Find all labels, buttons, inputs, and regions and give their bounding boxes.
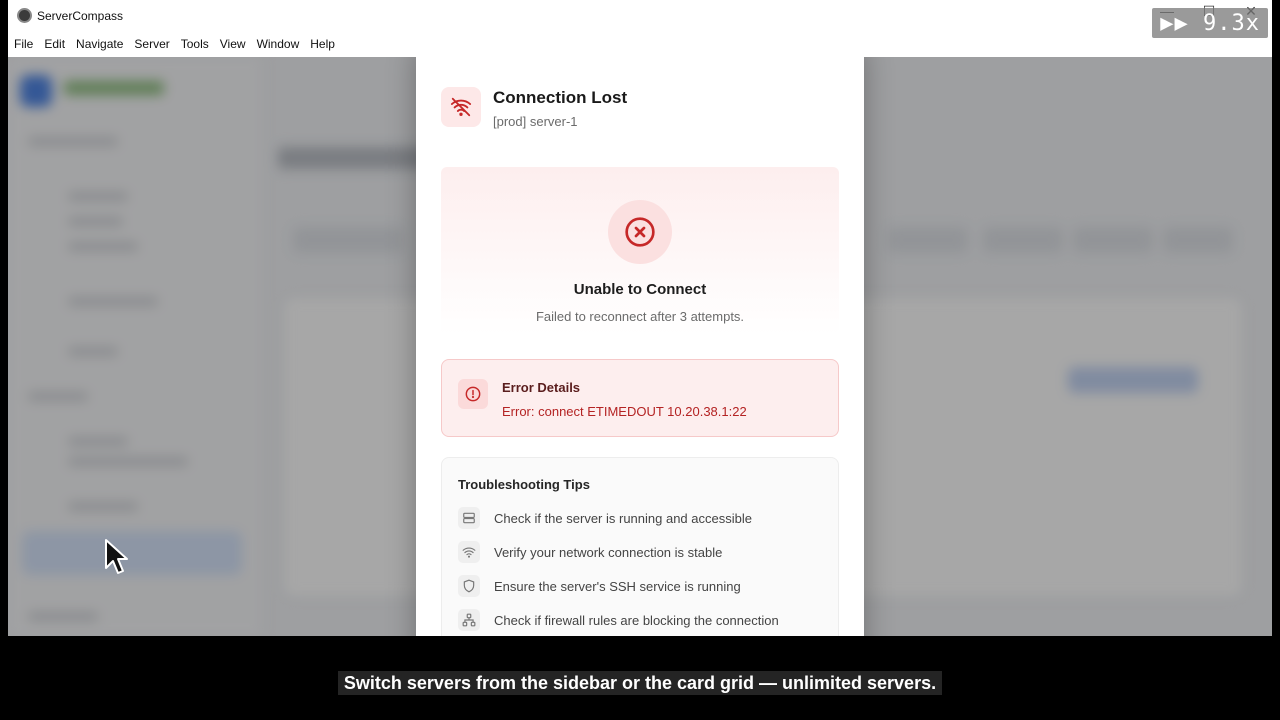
menu-view[interactable]: View [220,37,246,51]
server-icon [458,507,480,529]
tip-item: Ensure the server's SSH service is runni… [458,574,741,598]
tip-item: Check if firewall rules are blocking the… [458,608,779,632]
connection-lost-dialog: Connection Lost [prod] server-1 Unable t… [416,57,864,636]
tip-text: Verify your network connection is stable [494,544,723,560]
menu-edit[interactable]: Edit [44,37,65,51]
network-icon [458,609,480,631]
tip-text: Ensure the server's SSH service is runni… [494,578,741,594]
menu-tools[interactable]: Tools [181,37,209,51]
menu-bar: File Edit Navigate Server Tools View Win… [8,31,1272,57]
tips-title: Troubleshooting Tips [458,477,590,492]
menu-file[interactable]: File [14,37,33,51]
status-panel: Unable to Connect Failed to reconnect af… [441,167,839,335]
error-x-icon [608,200,672,264]
shield-icon [458,575,480,597]
alert-circle-icon [458,379,488,409]
mouse-cursor-icon [105,539,128,574]
app-window: ServerCompass — ☐ ✕ File Edit Navigate S… [8,0,1272,636]
window-title: ServerCompass [37,9,124,23]
error-message: Error: connect ETIMEDOUT 10.20.38.1:22 [502,404,747,419]
wifi-icon [458,541,480,563]
status-title: Unable to Connect [573,281,707,298]
tip-item: Verify your network connection is stable [458,540,722,564]
menu-window[interactable]: Window [257,37,300,51]
troubleshooting-tips: Troubleshooting Tips Check if the server… [441,457,839,636]
menu-server[interactable]: Server [134,37,169,51]
menu-navigate[interactable]: Navigate [76,37,123,51]
dialog-title: Connection Lost [493,88,628,107]
caption-text: Switch servers from the sidebar or the c… [337,671,943,695]
error-details-title: Error Details [502,380,581,395]
wifi-off-icon [441,87,481,127]
tip-item: Check if the server is running and acces… [458,506,752,530]
app-content: Connection Lost [prod] server-1 Unable t… [8,57,1272,636]
status-message: Failed to reconnect after 3 attempts. [535,309,745,324]
tip-text: Check if the server is running and acces… [494,510,752,526]
tip-text: Check if firewall rules are blocking the… [494,612,779,628]
video-caption: Switch servers from the sidebar or the c… [0,671,1280,695]
title-bar: ServerCompass — ☐ ✕ [8,0,1272,31]
playback-speed-badge: ▶▶ 9.3x [1152,8,1268,38]
app-logo-icon [17,8,32,23]
error-details-box: Error Details Error: connect ETIMEDOUT 1… [441,359,839,437]
menu-help[interactable]: Help [310,37,335,51]
dialog-subtitle: [prod] server-1 [493,114,578,129]
